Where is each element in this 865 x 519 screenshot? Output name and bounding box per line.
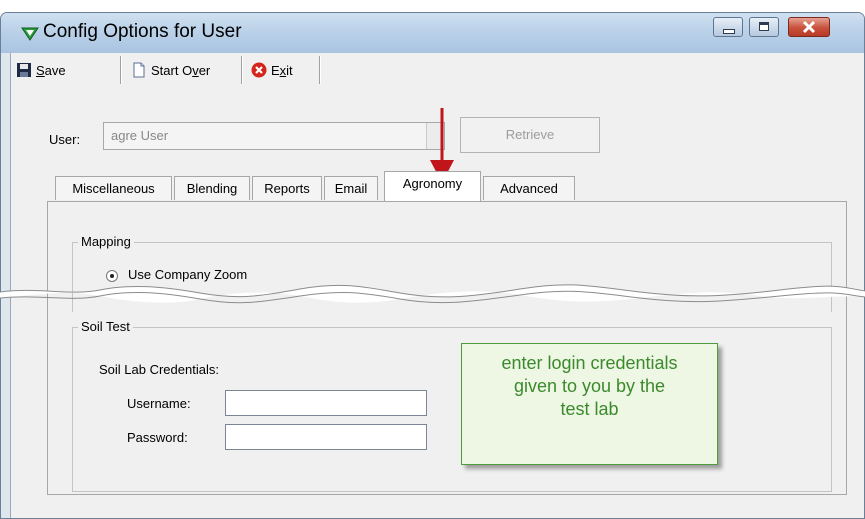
tab-advanced[interactable]: Advanced: [483, 176, 575, 200]
tab-miscellaneous[interactable]: Miscellaneous: [55, 176, 172, 200]
start-over-label-b: er: [198, 62, 211, 78]
mapping-group-title: Mapping: [78, 234, 134, 249]
maximize-icon: [759, 22, 769, 31]
window-title: Config Options for User: [43, 21, 242, 42]
exit-button[interactable]: Ex it: [251, 59, 293, 81]
start-over-button[interactable]: Start Ov er: [131, 59, 210, 81]
toolbar-separator: [120, 56, 122, 84]
new-document-icon: [131, 62, 147, 78]
instruction-callout: enter login credentials given to you by …: [461, 343, 718, 465]
close-button[interactable]: [788, 17, 830, 37]
app-logo-icon: [21, 27, 39, 41]
callout-line-2: given to you by the: [513, 376, 666, 396]
exit-icon: [251, 62, 267, 78]
password-label: Password:: [127, 430, 188, 445]
close-icon: [802, 20, 816, 34]
maximize-button[interactable]: [749, 17, 779, 37]
save-label: ave: [44, 62, 66, 78]
user-combobox[interactable]: agre User: [103, 122, 445, 150]
exit-label-b: it: [286, 62, 293, 78]
tab-reports[interactable]: Reports: [252, 176, 322, 200]
username-field[interactable]: [225, 390, 427, 416]
retrieve-button[interactable]: Retrieve: [460, 117, 600, 153]
user-label: User:: [49, 132, 81, 147]
soil-test-group-title: Soil Test: [78, 319, 133, 334]
soil-test-group: Soil Test Soil Lab Credentials: Username…: [72, 319, 832, 492]
save-button[interactable]: Save: [16, 59, 66, 81]
torn-edge: [0, 284, 865, 304]
minimize-icon: [723, 29, 735, 34]
user-combobox-value: agre User: [111, 128, 169, 143]
agronomy-panel: Mapping Use Company Zoom Soil Test Soil …: [47, 201, 847, 495]
minimize-button[interactable]: [713, 17, 743, 37]
callout-line-1: enter login credentials: [501, 353, 678, 373]
tab-blending[interactable]: Blending: [174, 176, 250, 200]
title-bar[interactable]: Config Options for User: [1, 13, 864, 53]
toolbar-separator: [319, 56, 321, 84]
username-label: Username:: [127, 396, 191, 411]
password-field[interactable]: [225, 424, 427, 450]
tab-agronomy[interactable]: Agronomy: [384, 171, 481, 201]
start-over-label-a: Start O: [151, 62, 193, 78]
save-accel: S: [36, 62, 45, 78]
exit-label-a: E: [271, 62, 280, 78]
soil-lab-credentials-label: Soil Lab Credentials:: [99, 362, 219, 377]
toolbar-separator: [241, 56, 243, 84]
callout-line-3: test lab: [560, 399, 619, 419]
floppy-disk-icon: [16, 62, 32, 78]
toolbar: Save Start Ov er Ex it: [11, 53, 321, 85]
tab-email[interactable]: Email: [324, 176, 378, 200]
